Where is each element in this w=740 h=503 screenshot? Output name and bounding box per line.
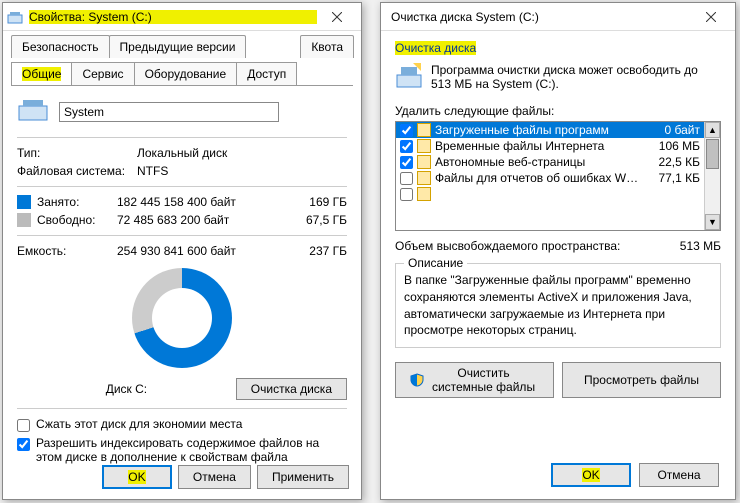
list-item[interactable]: [396, 186, 704, 202]
cap-bytes: 254 930 841 600 байт: [117, 244, 287, 258]
list-item[interactable]: Автономные веб-страницы22,5 КБ: [396, 154, 704, 170]
usage-pie-chart: [132, 268, 232, 368]
fs-label: Файловая система:: [17, 164, 137, 178]
drive-icon-large: [17, 96, 49, 127]
clean-system-files-button[interactable]: Очистить системные файлы: [395, 362, 554, 398]
cleanup-dialog: Очистка диска System (C:) Очистка диска …: [380, 2, 736, 500]
tab-tools[interactable]: Сервис: [71, 62, 134, 85]
scroll-thumb[interactable]: [706, 139, 719, 169]
tab-row-top: Безопасность Предыдущие версии Квота: [11, 35, 353, 58]
folder-icon: [417, 123, 431, 137]
free-swatch: [17, 213, 31, 227]
view-files-button[interactable]: Просмотреть файлы: [562, 362, 721, 398]
item-name: Файлы для отчетов об ошибках Win...: [435, 171, 640, 185]
description-text: В папке "Загруженные файлы программ" вре…: [404, 272, 712, 339]
close-button[interactable]: [691, 4, 731, 30]
dialog-title: Очистка диска System (C:): [385, 10, 691, 24]
list-label: Удалить следующие файлы:: [395, 104, 721, 118]
ok-button[interactable]: OK: [102, 465, 172, 489]
tab-quota[interactable]: Квота: [300, 35, 354, 58]
cleanup-desc: Программа очистки диска может освободить…: [431, 63, 721, 94]
close-button[interactable]: [317, 4, 357, 30]
apply-button[interactable]: Применить: [257, 465, 349, 489]
folder-icon: [417, 155, 431, 169]
general-tab-body: Тип:Локальный диск Файловая система:NTFS…: [3, 86, 361, 478]
tab-row-bottom: Общие Сервис Оборудование Доступ: [11, 62, 353, 86]
type-value: Локальный диск: [137, 146, 347, 160]
item-checkbox[interactable]: [400, 124, 413, 137]
dialog-buttons: OK Отмена Применить: [102, 465, 349, 489]
index-checkbox[interactable]: Разрешить индексировать содержимое файло…: [17, 436, 347, 464]
folder-icon: [417, 187, 431, 201]
list-item[interactable]: Временные файлы Интернета106 МБ: [396, 138, 704, 154]
item-name: Временные файлы Интернета: [435, 139, 640, 153]
file-list: Загруженные файлы программ0 байтВременны…: [395, 121, 721, 231]
disk-label: Диск C:: [17, 382, 236, 396]
fs-value: NTFS: [137, 164, 347, 178]
description-group: Описание В папке "Загруженные файлы прог…: [395, 263, 721, 348]
item-size: 106 МБ: [640, 139, 700, 153]
group-legend: Описание: [404, 256, 467, 270]
cap-gb: 237 ГБ: [287, 244, 347, 258]
item-size: 22,5 КБ: [640, 155, 700, 169]
cancel-button[interactable]: Отмена: [178, 465, 251, 489]
dialog-title: Свойства: System (C:): [29, 10, 317, 24]
dialog-buttons: OK Отмена: [551, 463, 719, 487]
free-gb: 67,5 ГБ: [287, 213, 347, 227]
cleanup-icon: [395, 63, 423, 94]
folder-icon: [417, 171, 431, 185]
titlebar[interactable]: Очистка диска System (C:): [381, 3, 735, 31]
list-item[interactable]: Загруженные файлы программ0 байт: [396, 122, 704, 138]
scroll-down-button[interactable]: ▼: [705, 214, 720, 230]
disk-cleanup-button[interactable]: Очистка диска: [236, 378, 347, 400]
freed-value: 513 МБ: [680, 239, 721, 253]
tab-sharing[interactable]: Доступ: [236, 62, 297, 85]
used-swatch: [17, 195, 31, 209]
volume-name-input[interactable]: [59, 102, 279, 122]
compress-checkbox[interactable]: Сжать этот диск для экономии места: [17, 417, 347, 432]
cancel-button[interactable]: Отмена: [639, 463, 719, 487]
item-name: Загруженные файлы программ: [435, 123, 640, 137]
section-label: Очистка диска: [395, 41, 721, 55]
drive-icon: [7, 9, 23, 25]
item-size: 0 байт: [640, 123, 700, 137]
ok-button[interactable]: OK: [551, 463, 631, 487]
freed-label: Объем высвобождаемого пространства:: [395, 239, 680, 253]
cap-label: Емкость:: [17, 244, 117, 258]
tab-prev-versions[interactable]: Предыдущие версии: [109, 35, 247, 58]
item-checkbox[interactable]: [400, 172, 413, 185]
scroll-up-button[interactable]: ▲: [705, 122, 720, 138]
scrollbar[interactable]: ▲ ▼: [704, 122, 720, 230]
shield-icon: [410, 373, 424, 387]
used-gb: 169 ГБ: [287, 195, 347, 209]
list-item[interactable]: Файлы для отчетов об ошибках Win...77,1 …: [396, 170, 704, 186]
cleanup-body: Очистка диска Программа очистки диска мо…: [381, 31, 735, 406]
tab-hardware[interactable]: Оборудование: [134, 62, 238, 85]
titlebar[interactable]: Свойства: System (C:): [3, 3, 361, 31]
folder-icon: [417, 139, 431, 153]
free-label: Свободно:: [37, 213, 117, 227]
item-size: 77,1 КБ: [640, 171, 700, 185]
item-checkbox[interactable]: [400, 188, 413, 201]
tab-general[interactable]: Общие: [11, 62, 72, 85]
used-label: Занято:: [37, 195, 117, 209]
tab-security[interactable]: Безопасность: [11, 35, 110, 58]
item-checkbox[interactable]: [400, 156, 413, 169]
free-bytes: 72 485 683 200 байт: [117, 213, 287, 227]
used-bytes: 182 445 158 400 байт: [117, 195, 287, 209]
item-checkbox[interactable]: [400, 140, 413, 153]
type-label: Тип:: [17, 146, 137, 160]
item-name: Автономные веб-страницы: [435, 155, 640, 169]
properties-dialog: Свойства: System (C:) Безопасность Преды…: [2, 2, 362, 500]
